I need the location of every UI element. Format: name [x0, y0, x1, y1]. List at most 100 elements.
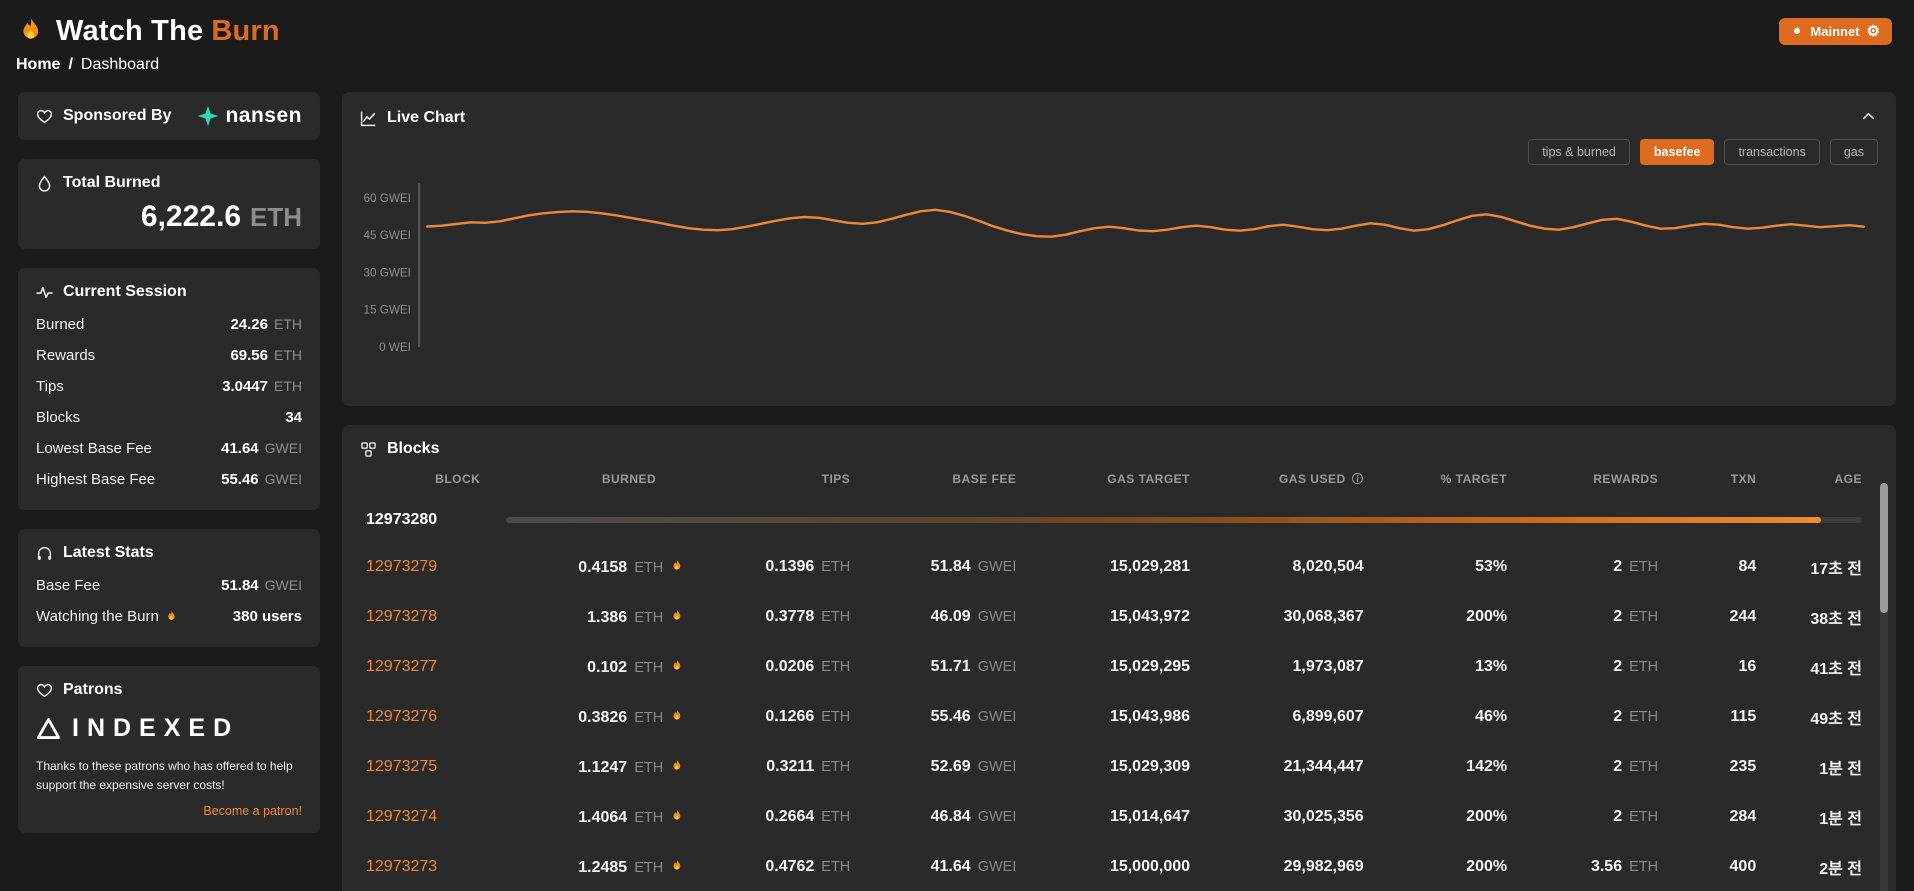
chevron-up-icon [1861, 109, 1876, 124]
network-button[interactable]: Mainnet ⚙ [1779, 17, 1892, 45]
flame-icon [670, 558, 684, 574]
block-row: 12973278 1.386 ETH 0.3778 ETH 46.09 GWEI 15… [366, 608, 1862, 628]
column-header: BURNED [601, 472, 657, 486]
block-row: 12973274 1.4064 ETH 0.2664 ETH 46.84 GWEI 1… [366, 808, 1862, 828]
flame-icon [165, 609, 178, 624]
flame-icon [670, 808, 684, 824]
network-label: Mainnet [1810, 23, 1860, 39]
stat-unit: ETH [274, 378, 302, 394]
column-header: TIPS [821, 472, 851, 486]
stat-row: Burned 24.26 ETH [36, 309, 302, 340]
block-row: 12973273 1.2485 ETH 0.4762 ETH 41.64 GWEI 1… [366, 858, 1862, 878]
svg-text:60 GWEI: 60 GWEI [363, 192, 410, 205]
info-icon[interactable] [1351, 472, 1364, 485]
stat-value: 380 users [232, 608, 302, 625]
total-burned-title: Total Burned [36, 174, 302, 192]
current-session-stats: Burned 24.26 ETH Rewards 69.56 ETH Tips 3.… [36, 309, 302, 495]
become-patron-link[interactable]: Become a patron! [36, 804, 302, 818]
chart-mode-button[interactable]: tips & burned [1528, 139, 1630, 165]
column-header: REWARDS [1593, 472, 1659, 486]
block-row: 12973276 0.3826 ETH 0.1266 ETH 55.46 GWEI 1… [366, 708, 1862, 728]
live-chart-card: Live Chart tips & burned basefee transac… [342, 92, 1896, 406]
flame-icon [670, 608, 684, 624]
nansen-spark-icon [197, 105, 219, 127]
current-session-title: Current Session [36, 283, 302, 301]
stat-row: Rewards 69.56 ETH [36, 340, 302, 371]
svg-text:45 GWEI: 45 GWEI [363, 229, 410, 242]
flame-icon [1791, 24, 1803, 38]
blocks-title: Blocks [360, 440, 1870, 458]
stat-row: Highest Base Fee 55.46 GWEI [36, 464, 302, 495]
pending-progress-fill [506, 517, 1822, 523]
stat-label: Burned [36, 316, 85, 333]
stat-label: Blocks [36, 409, 81, 426]
flame-icon [670, 708, 684, 724]
sponsored-card: Sponsored By nansen [18, 92, 320, 140]
stat-label: Rewards [36, 347, 96, 364]
column-header: TXN [1730, 472, 1757, 486]
block-link[interactable]: 12973276 [366, 708, 437, 725]
blocks-card: Blocks BLOCK BURNED TIPS BASE FEE GAS TA… [342, 425, 1896, 891]
pending-block-row: 12973280 [360, 498, 1870, 542]
column-header: BLOCK [435, 472, 481, 486]
total-burned-value: 6,222.6 ETH [140, 200, 302, 233]
svg-text:0 WEI: 0 WEI [379, 341, 411, 354]
flame-icon [670, 858, 684, 874]
stat-value: 34 [285, 409, 302, 426]
chart-mode-buttons: tips & burned basefee transactions gas [360, 139, 1878, 165]
block-link[interactable]: 12973278 [366, 608, 437, 625]
sponsored-title: Sponsored By [36, 107, 171, 125]
column-header: GAS TARGET [1107, 472, 1191, 486]
app-title: Watch The Burn [56, 14, 280, 47]
stat-unit: GWEI [264, 440, 302, 456]
latest-stats-card: Latest Stats Base Fee 51.84 GWEI Watching… [18, 529, 320, 647]
patrons-title: Patrons [36, 681, 302, 699]
indexed-triangle-icon [36, 716, 61, 741]
chart-mode-button[interactable]: transactions [1724, 139, 1820, 165]
stat-label: Base Fee [36, 577, 101, 594]
main-area: Live Chart tips & burned basefee transac… [342, 92, 1896, 891]
breadcrumb-separator: / [68, 56, 73, 73]
stat-value: 41.64 GWEI [221, 440, 302, 457]
chart-mode-button[interactable]: gas [1829, 139, 1878, 165]
flame-icon [670, 658, 684, 674]
patron-name: INDEXED [72, 714, 240, 742]
blocks-scrollbar[interactable] [1880, 483, 1888, 891]
block-link[interactable]: 12973277 [366, 658, 437, 675]
stat-row: Base Fee 51.84 GWEI [36, 570, 302, 601]
current-session-card: Current Session Burned 24.26 ETH Rewards … [18, 268, 320, 510]
latest-stats-list: Base Fee 51.84 GWEI Watching the Burn 380… [36, 570, 302, 632]
collapse-chart-button[interactable] [1859, 107, 1878, 129]
stat-unit: ETH [274, 347, 302, 363]
stat-row: Blocks 34 [36, 402, 302, 433]
breadcrumb-current: Dashboard [80, 56, 160, 73]
block-link[interactable]: 12973274 [366, 808, 437, 825]
latest-stats-title: Latest Stats [36, 544, 302, 562]
sponsor-logo-nansen[interactable]: nansen [197, 104, 302, 128]
stat-label: Watching the Burn [36, 608, 159, 625]
blocks-scrollbar-thumb[interactable] [1880, 483, 1888, 613]
blocks-table: BLOCK BURNED TIPS BASE FEE GAS TARGET GA… [360, 458, 1870, 891]
chart-icon [360, 110, 377, 127]
blocks-table-body: 12973279 0.4158 ETH 0.1396 ETH 51.84 GWEI 1… [360, 542, 1870, 891]
stat-value: 51.84 GWEI [221, 577, 302, 594]
patron-logo-indexed[interactable]: INDEXED [36, 714, 302, 743]
live-chart-title: Live Chart [360, 109, 465, 127]
flame-icon [670, 758, 684, 774]
stat-value: 69.56 ETH [230, 347, 302, 364]
flame-logo-icon [16, 14, 46, 48]
blocks-icon [360, 441, 377, 458]
app-header: Watch The Burn Mainnet ⚙ [0, 0, 1914, 50]
block-link[interactable]: 12973279 [366, 558, 437, 575]
patrons-card: Patrons INDEXED Thanks to these patrons … [18, 666, 320, 834]
droplet-icon [36, 175, 53, 192]
blocks-table-header: BLOCK BURNED TIPS BASE FEE GAS TARGET GA… [360, 458, 1870, 498]
block-link[interactable]: 12973275 [366, 758, 437, 775]
breadcrumb-home-link[interactable]: Home [16, 56, 60, 73]
stat-label: Tips [36, 378, 64, 395]
block-link[interactable]: 12973273 [366, 858, 437, 875]
stat-value: 3.0447 ETH [222, 378, 302, 395]
stat-label: Highest Base Fee [36, 471, 156, 488]
basefee-chart: 60 GWEI 45 GWEI 30 GWEI 15 GWEI 0 WEI [363, 183, 1865, 354]
chart-mode-button[interactable]: basefee [1639, 139, 1715, 165]
